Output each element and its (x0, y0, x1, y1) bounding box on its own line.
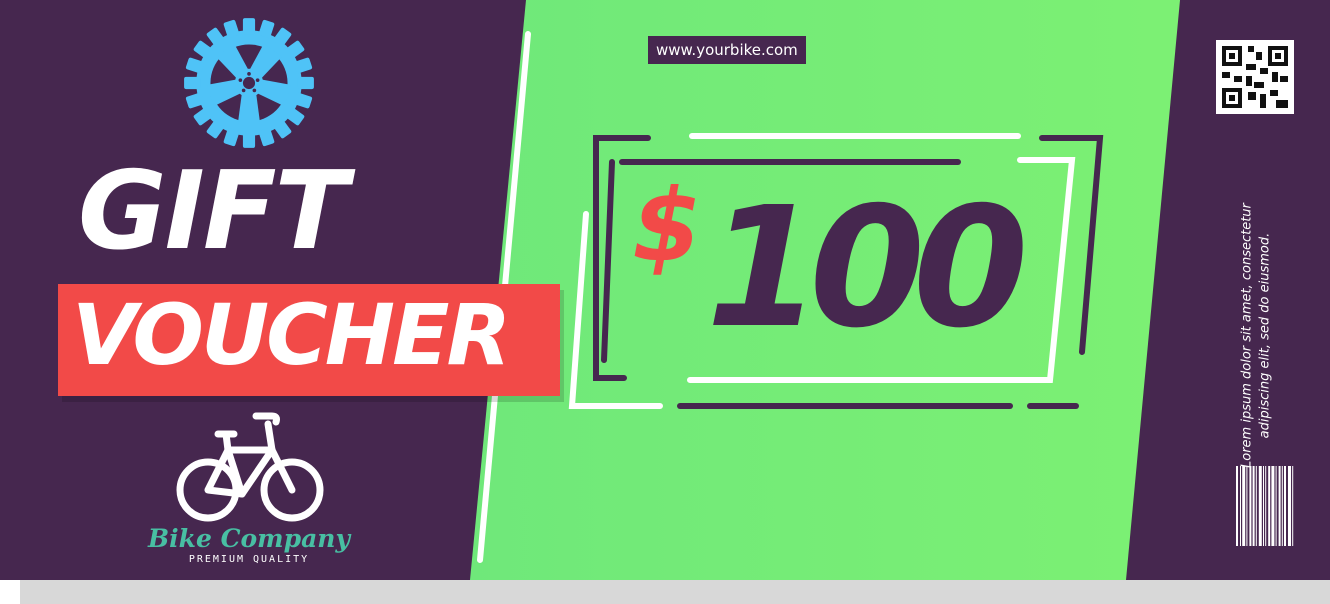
gift-title: GIFT (78, 149, 348, 274)
gift-voucher: GIFT VOUCHER Bike Company PREMIUM QUALIT… (0, 0, 1330, 604)
voucher-card: GIFT VOUCHER Bike Company PREMIUM QUALIT… (0, 0, 1330, 580)
voucher-title: VOUCHER (72, 286, 511, 384)
barcode-icon (1236, 466, 1294, 546)
qr-code-icon (1216, 40, 1294, 114)
bicycle-chainring-icon (184, 18, 314, 148)
terms-text: Lorem ipsum dolor sit amet, consectetur … (1239, 203, 1272, 468)
bicycle-icon (176, 412, 324, 522)
card-shadow (20, 578, 1330, 604)
website-link[interactable]: www.yourbike.com (648, 36, 806, 64)
amount-currency: $ (632, 167, 702, 284)
brand-tagline: PREMIUM QUALITY (188, 554, 310, 565)
amount-value: 100 (706, 172, 1028, 365)
brand-name: Bike Company (148, 524, 350, 553)
